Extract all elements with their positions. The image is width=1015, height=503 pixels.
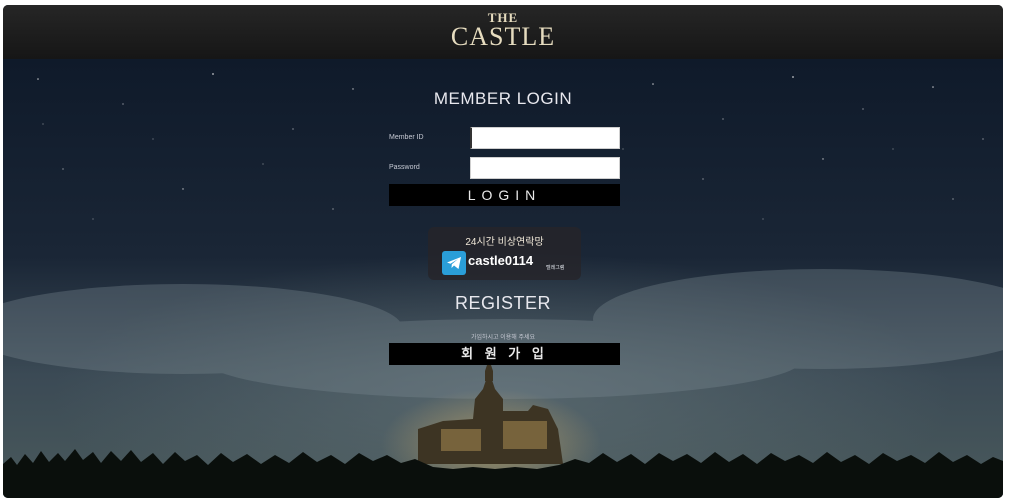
password-label: Password bbox=[389, 164, 420, 171]
telegram-icon bbox=[442, 251, 466, 275]
login-panel: MEMBER LOGIN Member ID Password LOGIN 24… bbox=[3, 5, 1003, 498]
login-button[interactable]: LOGIN bbox=[389, 184, 620, 206]
telegram-app-label: 텔레그램 bbox=[546, 265, 565, 271]
member-login-title: MEMBER LOGIN bbox=[433, 89, 573, 108]
password-input[interactable] bbox=[470, 157, 620, 179]
register-subtitle: 가입하시고 이용해 주세요 bbox=[470, 335, 536, 341]
emergency-contact-box[interactable]: 24시간 비상연락망 castle0114 텔레그램 bbox=[428, 227, 581, 280]
member-id-input[interactable] bbox=[470, 127, 620, 149]
emergency-contact-text: 24시간 비상연락망 bbox=[465, 237, 544, 248]
page-frame: THE CASTLE MEMBER LOGIN Member ID Passwo… bbox=[3, 5, 1003, 498]
signup-button[interactable]: 회 원 가 입 bbox=[389, 343, 620, 365]
member-id-label: Member ID bbox=[389, 134, 424, 141]
telegram-handle: castle0114 bbox=[468, 253, 534, 268]
register-title: REGISTER bbox=[454, 293, 551, 313]
logo-castle: CASTLE bbox=[450, 22, 556, 51]
top-header: THE CASTLE bbox=[3, 5, 1003, 59]
